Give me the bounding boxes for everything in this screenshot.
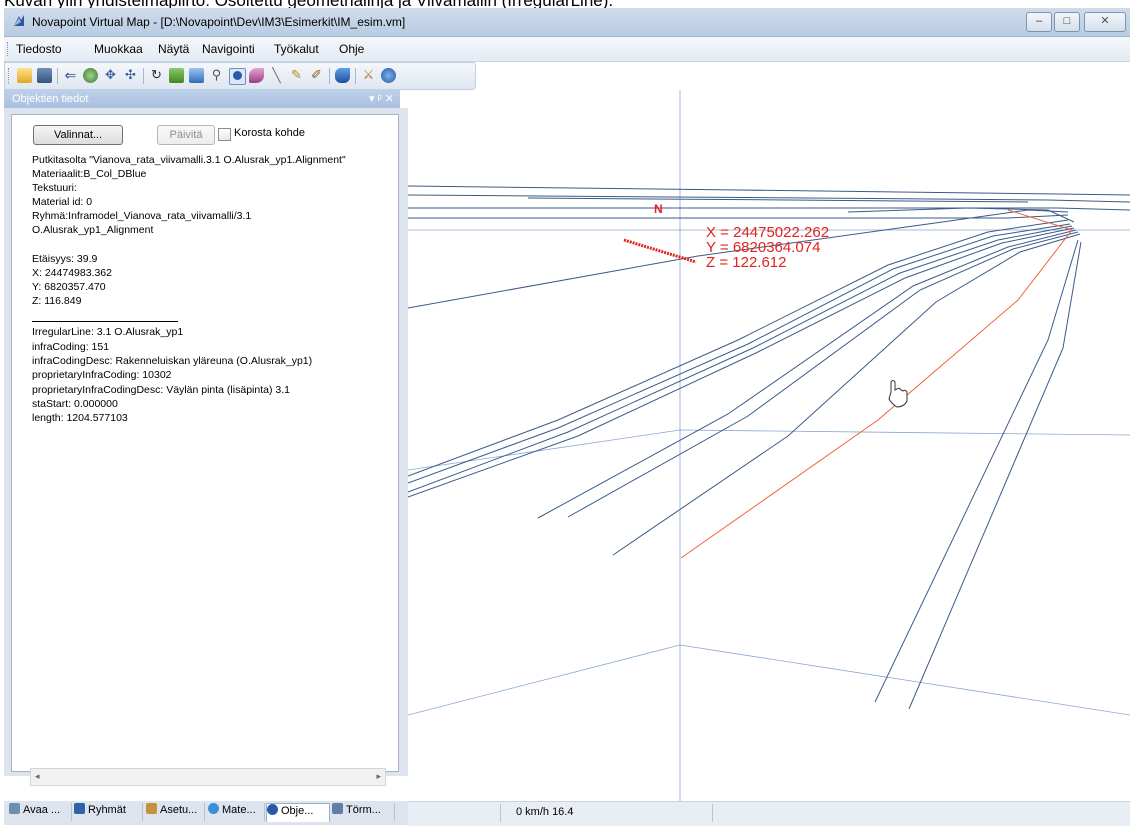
selected-alignment-line[interactable] bbox=[1007, 209, 1073, 231]
brush-icon[interactable]: ✐ bbox=[309, 68, 324, 83]
horizontal-scrollbar[interactable]: ◂ ▸ bbox=[30, 768, 386, 786]
3d-viewport[interactable]: N X = 24475022.262 Y = 6820364.074 Z = 1… bbox=[408, 90, 1130, 801]
menu-muokkaa[interactable]: Muokkaa bbox=[94, 42, 143, 56]
group-icon bbox=[74, 803, 85, 814]
info-line: Materiaalit:B_Col_DBlue bbox=[32, 168, 147, 180]
info-line: Material id: 0 bbox=[32, 196, 93, 208]
scroll-left-icon[interactable]: ◂ bbox=[35, 771, 40, 782]
fly-icon[interactable] bbox=[169, 68, 184, 83]
app-icon bbox=[14, 15, 24, 26]
collision-icon bbox=[332, 803, 343, 814]
scene-canvas[interactable] bbox=[408, 90, 1130, 801]
menu-ohje[interactable]: Ohje bbox=[339, 42, 364, 56]
irregular-line: staStart: 0.000000 bbox=[32, 398, 118, 410]
back-arrow-icon[interactable]: ⇐ bbox=[63, 68, 78, 83]
menu-navigointi[interactable]: Navigointi bbox=[202, 42, 255, 56]
info-divider bbox=[32, 321, 178, 322]
irregular-line: infraCoding: 151 bbox=[32, 341, 110, 353]
zoom-icon[interactable]: ⚲ bbox=[209, 68, 224, 83]
menu-nayta[interactable]: Näytä bbox=[158, 42, 189, 56]
paint-icon[interactable] bbox=[249, 68, 264, 83]
object-info-icon bbox=[267, 804, 278, 815]
tab-label: Ryhmät bbox=[88, 804, 126, 816]
minimize-button[interactable]: – bbox=[1026, 12, 1052, 32]
panel-controls[interactable]: ▾ ᵖ ✕ bbox=[369, 92, 394, 105]
map-icon[interactable] bbox=[37, 68, 52, 83]
help-icon[interactable] bbox=[381, 68, 396, 83]
z-coordinate: Z: 116.849 bbox=[32, 295, 82, 307]
measure-icon[interactable]: ⚔ bbox=[361, 68, 376, 83]
object-info-icon[interactable] bbox=[229, 68, 246, 85]
info-line: Ryhmä:Inframodel_Vianova_rata_viivamalli… bbox=[32, 210, 252, 222]
selected-alignment-line[interactable] bbox=[680, 229, 1073, 559]
title-bar: Novapoint Virtual Map - [D:\Novapoint\De… bbox=[4, 8, 1130, 37]
material-icon bbox=[208, 803, 219, 814]
eye-icon bbox=[9, 803, 20, 814]
status-separator bbox=[500, 804, 501, 822]
valinnat-button[interactable]: Valinnat... bbox=[33, 125, 123, 145]
maximize-button[interactable]: □ bbox=[1054, 12, 1080, 32]
irregular-line: length: 1204.577103 bbox=[32, 412, 128, 424]
rotate-icon[interactable]: ↻ bbox=[149, 68, 164, 83]
menu-tyokalut[interactable]: Työkalut bbox=[274, 42, 319, 56]
toolbar: ⇐ ✥ ✣ ↻ ⚲ ╲ ✎ ✐ ⚔ bbox=[4, 62, 476, 90]
tab-asetukset[interactable]: Asetu... bbox=[146, 803, 205, 821]
irregular-line: IrregularLine: 3.1 O.Alusrak_yp1 bbox=[32, 326, 184, 338]
speed-readout: 0 km/h 16.4 bbox=[516, 806, 574, 818]
panel-title: Objektien tiedot bbox=[12, 93, 89, 105]
pan-icon[interactable]: ✣ bbox=[123, 68, 138, 83]
irregular-line: proprietaryInfraCodingDesc: Väylän pinta… bbox=[32, 384, 290, 396]
tab-tormays[interactable]: Törm... bbox=[332, 803, 395, 821]
irregular-line: infraCodingDesc: Rakenneluiskan yläreuna… bbox=[32, 355, 313, 367]
settings-icon bbox=[146, 803, 157, 814]
tab-label: Mate... bbox=[222, 804, 256, 816]
korosta-label: Korosta kohde bbox=[234, 127, 305, 139]
status-separator bbox=[712, 804, 713, 822]
tab-label: Asetu... bbox=[160, 804, 198, 816]
tab-label: Obje... bbox=[281, 805, 314, 817]
hand-cursor-icon bbox=[888, 380, 908, 408]
toolbar-separator bbox=[57, 68, 58, 84]
menu-tiedosto[interactable]: Tiedosto bbox=[16, 42, 62, 56]
open-folder-icon[interactable] bbox=[17, 68, 32, 83]
pen-icon[interactable]: ✎ bbox=[289, 68, 304, 83]
toolbar-grip[interactable] bbox=[8, 68, 12, 84]
scroll-right-icon[interactable]: ▸ bbox=[376, 771, 381, 782]
window-title: Novapoint Virtual Map - [D:\Novapoint\De… bbox=[32, 15, 406, 29]
y-coordinate: Y: 6820357.470 bbox=[32, 281, 106, 293]
korosta-checkbox[interactable] bbox=[218, 128, 231, 141]
distance-value: Etäisyys: 39.9 bbox=[32, 253, 98, 265]
toolbar-separator bbox=[143, 68, 144, 84]
tab-avaa[interactable]: Avaa ... bbox=[9, 803, 72, 821]
ground-grid-line bbox=[408, 644, 1130, 716]
layer-icon[interactable] bbox=[189, 68, 204, 83]
pointer-icon[interactable] bbox=[335, 68, 350, 83]
close-button[interactable]: ✕ bbox=[1084, 12, 1126, 32]
document-caption: Kuvan ylin yhdistelmäpiirto: Osoitettu g… bbox=[0, 0, 1130, 8]
caption-text: Kuvan ylin yhdistelmäpiirto: Osoitettu g… bbox=[4, 0, 613, 8]
coord-z-label: Z = 122.612 bbox=[706, 254, 787, 271]
line-icon[interactable]: ╲ bbox=[269, 68, 284, 83]
tab-label: Törm... bbox=[346, 804, 381, 816]
paivita-button[interactable]: Päivitä bbox=[157, 125, 215, 145]
distance-marker bbox=[623, 238, 697, 264]
info-line: O.Alusrak_yp1_Alignment bbox=[32, 224, 154, 236]
toolbar-separator bbox=[355, 68, 356, 84]
move-icon[interactable]: ✥ bbox=[103, 68, 118, 83]
tab-ryhmat[interactable]: Ryhmät bbox=[74, 803, 143, 821]
tab-objektit[interactable]: Obje... bbox=[266, 803, 330, 822]
panel-header: Objektien tiedot ▾ ᵖ ✕ bbox=[4, 90, 400, 108]
tab-materiaalit[interactable]: Mate... bbox=[208, 803, 265, 821]
menu-grip[interactable] bbox=[7, 42, 11, 56]
globe-icon[interactable] bbox=[83, 68, 98, 83]
menu-bar: Tiedosto Muokkaa Näytä Navigointi Työkal… bbox=[4, 37, 1130, 62]
irregular-line: proprietaryInfraCoding: 10302 bbox=[32, 369, 172, 381]
toolbar-separator bbox=[329, 68, 330, 84]
info-line: Tekstuuri: bbox=[32, 182, 77, 194]
tab-label: Avaa ... bbox=[23, 804, 61, 816]
info-line: Putkitasolta "Vianova_rata_viivamalli.3.… bbox=[32, 154, 346, 166]
x-coordinate: X: 24474983.362 bbox=[32, 267, 112, 279]
north-indicator: N bbox=[654, 202, 663, 216]
